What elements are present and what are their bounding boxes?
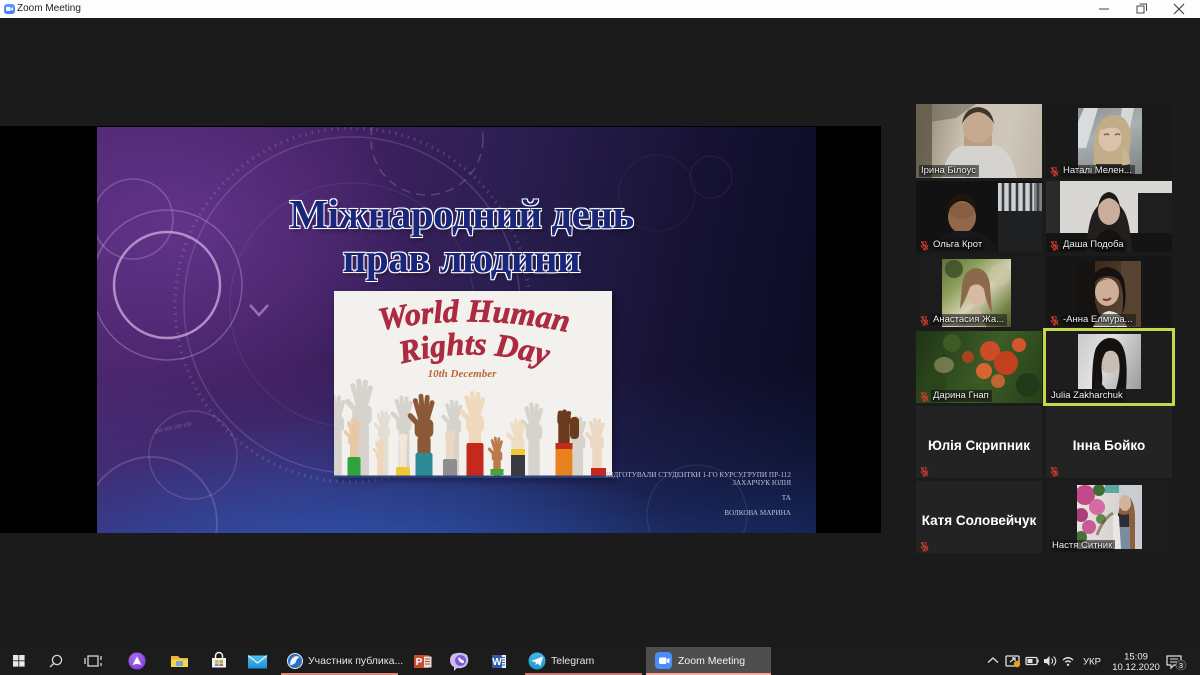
svg-text:15:09: 15:09 <box>1124 652 1148 663</box>
svg-text:10th December: 10th December <box>428 368 497 380</box>
svg-text:W: W <box>492 657 502 668</box>
svg-text:Rights Day: Rights Day <box>394 325 554 372</box>
svg-text:World Human: World Human <box>375 292 573 339</box>
svg-text:3: 3 <box>1179 661 1183 670</box>
svg-text:250 200 150 100: 250 200 150 100 <box>154 421 192 435</box>
svg-text:УКР: УКР <box>1083 657 1101 668</box>
svg-text:P: P <box>416 657 423 668</box>
svg-text:10.12.2020: 10.12.2020 <box>1112 662 1160 673</box>
